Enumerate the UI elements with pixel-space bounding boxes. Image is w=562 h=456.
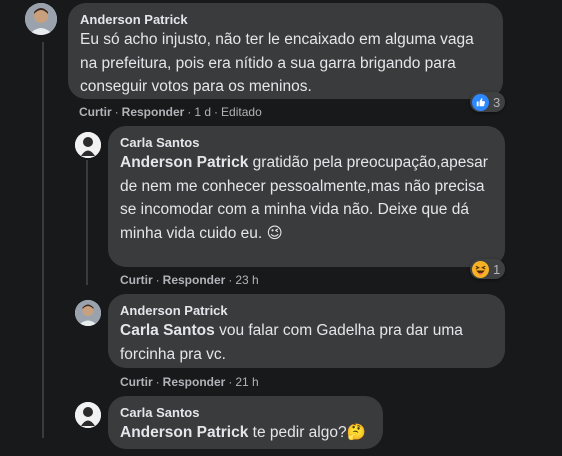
comment-text: Anderson Patrick te pedir algo?🤔 [120, 424, 366, 441]
avatar[interactable] [75, 402, 101, 428]
comment-author[interactable]: Carla Santos [120, 404, 371, 421]
mention-link[interactable]: Anderson Patrick [120, 424, 248, 441]
comment: Carla Santos Anderson Patrick te pedir a… [0, 0, 562, 456]
thinking-emoji: 🤔 [346, 424, 366, 441]
comment-bubble: Carla Santos Anderson Patrick te pedir a… [108, 396, 383, 449]
avatar-photo-icon [75, 402, 101, 428]
